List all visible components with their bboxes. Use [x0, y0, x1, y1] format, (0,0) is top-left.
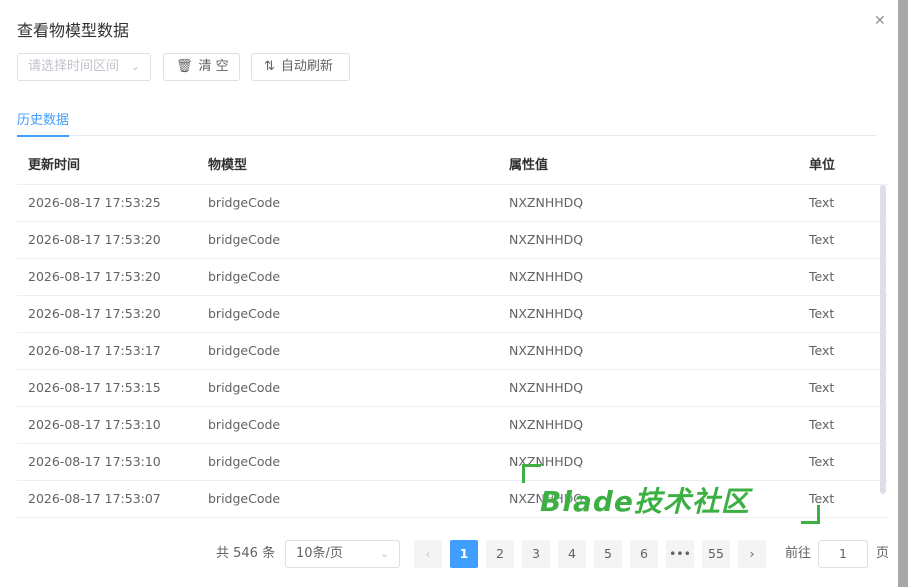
table-cell: bridgeCode	[208, 269, 281, 284]
clear-button[interactable]: 🗑 清 空	[163, 53, 240, 81]
table-cell: Text	[809, 232, 835, 247]
table-cell: Text	[809, 269, 835, 284]
column-header-value: 属性值	[509, 158, 549, 173]
next-page-button[interactable]: ›	[738, 540, 766, 568]
table-row[interactable]: 2026-08-17 17:53:15 bridgeCode NXZNHHDQ Tex…	[17, 370, 888, 407]
table-cell: NXZNHHDQ	[509, 269, 584, 284]
table-cell: NXZNHHDQ	[509, 232, 584, 247]
auto-refresh-button[interactable]: ⇅ 自动刷新	[251, 53, 350, 81]
prev-page-button[interactable]: ‹	[414, 540, 442, 568]
table-cell: Text	[809, 417, 835, 432]
table-cell: NXZNHHDQ	[509, 417, 584, 432]
tab-history-data[interactable]: 历史数据	[17, 109, 70, 137]
auto-refresh-label: 自动刷新	[280, 59, 333, 74]
table-cell: bridgeCode	[208, 195, 281, 210]
chevron-down-icon: ⌄	[379, 547, 389, 560]
dialog-title: 查看物模型数据	[17, 21, 130, 40]
table-cell: 2026-08-17 17:53:20	[28, 306, 161, 321]
view-model-data-dialog: 查看物模型数据 ✕ 请选择时间区间 ⌄ 🗑 清 空 ⇅ 自动刷新 历史数据 更新…	[0, 0, 898, 587]
column-header-update-time: 更新时间	[28, 158, 81, 173]
page-button[interactable]: 3	[522, 540, 550, 568]
table-cell: 2026-08-17 17:53:15	[28, 380, 161, 395]
table-cell: 2026-08-17 17:53:17	[28, 343, 161, 358]
page-button[interactable]: 5	[594, 540, 622, 568]
table-cell: NXZNHHDQ	[509, 343, 584, 358]
goto-label: 前往	[785, 546, 812, 561]
more-pages-button[interactable]: •••	[666, 540, 694, 568]
tabs: 历史数据	[17, 107, 876, 137]
table-cell: 2026-08-17 17:53:10	[28, 417, 161, 432]
goto-page-input[interactable]: 1	[818, 540, 868, 568]
table-scrollbar[interactable]	[880, 185, 886, 494]
table-cell: Text	[809, 491, 835, 506]
table-cell: Text	[809, 380, 835, 395]
page-button[interactable]: 4	[558, 540, 586, 568]
table-row[interactable]: 2026-08-17 17:53:20 bridgeCode NXZNHHDQ Tex…	[17, 222, 888, 259]
table-cell: 2026-08-17 17:53:10	[28, 454, 161, 469]
total-count: 共 546 条	[216, 546, 276, 561]
data-table: 更新时间 物模型 属性值 单位 2026-08-17 17:53:25 bridg…	[17, 148, 888, 518]
table-cell: bridgeCode	[208, 454, 281, 469]
table-cell: 2026-08-17 17:53:20	[28, 269, 161, 284]
table-cell: bridgeCode	[208, 343, 281, 358]
table-cell: bridgeCode	[208, 306, 281, 321]
table-cell: 2026-08-17 17:53:07	[28, 491, 161, 506]
table-cell: Text	[809, 343, 835, 358]
table-row[interactable]: 2026-08-17 17:53:20 bridgeCode NXZNHHDQ Tex…	[17, 296, 888, 333]
clear-button-label: 清 空	[198, 59, 229, 74]
table-cell: bridgeCode	[208, 491, 281, 506]
page-size-value: 10条/页	[296, 546, 343, 561]
table-cell: Text	[809, 195, 835, 210]
table-cell: 2026-08-17 17:53:20	[28, 232, 161, 247]
page-button[interactable]: 6	[630, 540, 658, 568]
table-row[interactable]: 2026-08-17 17:53:20 bridgeCode NXZNHHDQ Tex…	[17, 259, 888, 296]
table-header: 更新时间 物模型 属性值 单位	[17, 148, 888, 185]
table-row[interactable]: 2026-08-17 17:53:10 bridgeCode NXZNHHDQ Tex…	[17, 407, 888, 444]
page-button[interactable]: 2	[486, 540, 514, 568]
chevron-down-icon: ⌄	[130, 60, 140, 73]
table-cell: bridgeCode	[208, 380, 281, 395]
table-cell: Text	[809, 306, 835, 321]
table-cell: NXZNHHDQ	[509, 454, 584, 469]
page-button[interactable]: 55	[702, 540, 730, 568]
date-range-placeholder: 请选择时间区间	[28, 59, 120, 74]
table-cell: bridgeCode	[208, 232, 281, 247]
column-header-unit: 单位	[809, 158, 836, 173]
pagination: 共 546 条 10条/页 ⌄ ‹ 1 2 3 4 5 6 ••• 55 › 前往 1 页	[0, 540, 898, 568]
table-cell: NXZNHHDQ	[509, 306, 584, 321]
page-size-select[interactable]: 10条/页 ⌄	[285, 540, 400, 568]
column-header-model: 物模型	[208, 158, 248, 173]
table-cell: bridgeCode	[208, 417, 281, 432]
sort-arrows-icon: ⇅	[264, 59, 275, 74]
page-button[interactable]: 1	[450, 540, 478, 568]
close-icon[interactable]: ✕	[874, 14, 888, 28]
table-cell: Text	[809, 454, 835, 469]
table-cell: 2026-08-17 17:53:25	[28, 195, 161, 210]
date-range-picker[interactable]: 请选择时间区间 ⌄	[17, 53, 151, 81]
goto-page-suffix: 页	[876, 546, 890, 561]
table-row[interactable]: 2026-08-17 17:53:07 bridgeCode NXZNHHDQ Tex…	[17, 481, 888, 518]
table-row[interactable]: 2026-08-17 17:53:17 bridgeCode NXZNHHDQ Tex…	[17, 333, 888, 370]
table-cell: NXZNHHDQ	[509, 491, 584, 506]
table-cell: NXZNHHDQ	[509, 380, 584, 395]
trash-icon: 🗑	[176, 59, 193, 74]
table-cell: NXZNHHDQ	[509, 195, 584, 210]
table-body: 2026-08-17 17:53:25 bridgeCode NXZNHHDQ Tex…	[17, 185, 888, 518]
table-row[interactable]: 2026-08-17 17:53:25 bridgeCode NXZNHHDQ Tex…	[17, 185, 888, 222]
table-row[interactable]: 2026-08-17 17:53:10 bridgeCode NXZNHHDQ Tex…	[17, 444, 888, 481]
